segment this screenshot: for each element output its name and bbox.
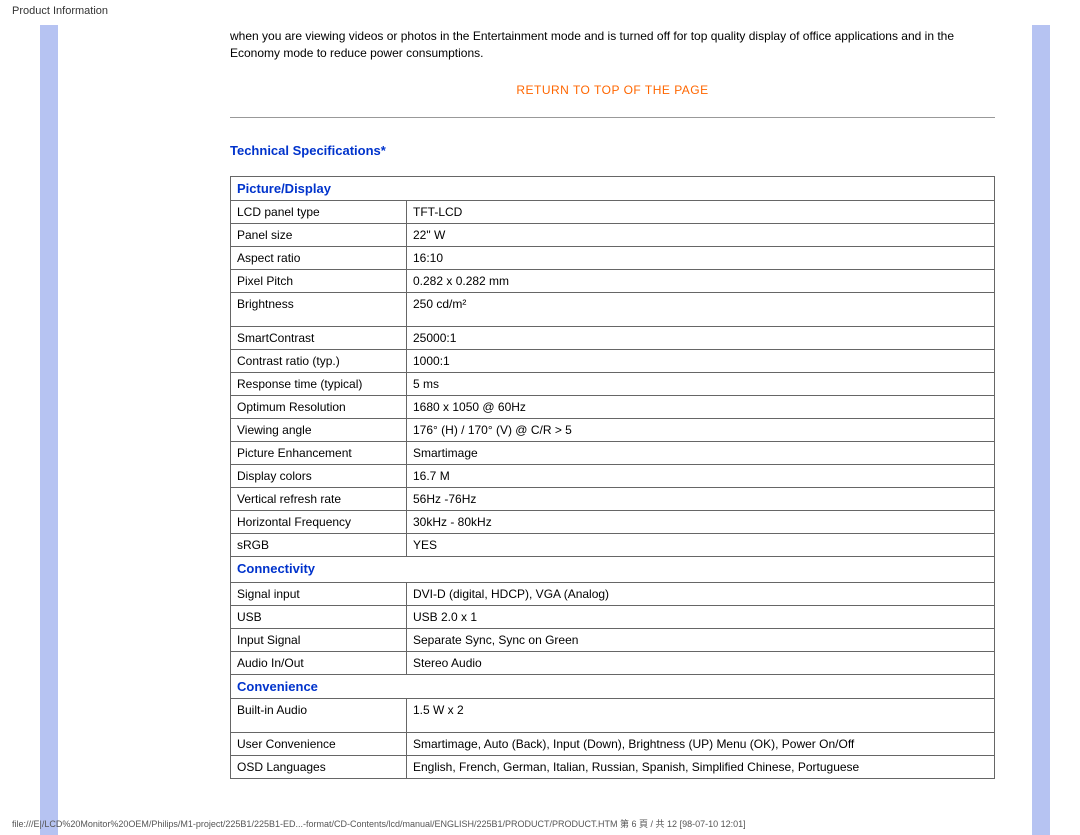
- footer-file-path: file:///E|/LCD%20Monitor%20OEM/Philips/M…: [12, 817, 746, 830]
- table-row: OSD LanguagesEnglish, French, German, It…: [231, 755, 995, 778]
- spec-label: Aspect ratio: [231, 246, 407, 269]
- spec-label: OSD Languages: [231, 755, 407, 778]
- spec-value: 176° (H) / 170° (V) @ C/R > 5: [407, 418, 995, 441]
- spec-label: Panel size: [231, 223, 407, 246]
- spec-label: Response time (typical): [231, 372, 407, 395]
- intro-paragraph: when you are viewing videos or photos in…: [230, 28, 995, 63]
- page-header-title: Product Information: [12, 5, 108, 17]
- spec-label: Display colors: [231, 464, 407, 487]
- table-row: Input SignalSeparate Sync, Sync on Green: [231, 628, 995, 651]
- table-row: Convenience: [231, 674, 995, 698]
- spec-label: Picture Enhancement: [231, 441, 407, 464]
- spec-label: Optimum Resolution: [231, 395, 407, 418]
- table-row: Vertical refresh rate56Hz -76Hz: [231, 487, 995, 510]
- spec-value: 16:10: [407, 246, 995, 269]
- spec-value: Smartimage: [407, 441, 995, 464]
- spec-value: 1680 x 1050 @ 60Hz: [407, 395, 995, 418]
- spec-value: YES: [407, 533, 995, 556]
- spec-label: Vertical refresh rate: [231, 487, 407, 510]
- table-row: Built-in Audio1.5 W x 2: [231, 698, 995, 732]
- spec-value: 250 cd/m²: [407, 292, 995, 326]
- spec-table: Picture/Display LCD panel typeTFT-LCD Pa…: [230, 176, 995, 779]
- spec-label: Contrast ratio (typ.): [231, 349, 407, 372]
- table-row: Response time (typical)5 ms: [231, 372, 995, 395]
- spec-value: 0.282 x 0.282 mm: [407, 269, 995, 292]
- spec-label: Viewing angle: [231, 418, 407, 441]
- section-header-convenience: Convenience: [231, 674, 995, 698]
- spec-label: Signal input: [231, 582, 407, 605]
- section-title: Technical Specifications*: [230, 143, 995, 158]
- spec-value: USB 2.0 x 1: [407, 605, 995, 628]
- spec-label: Built-in Audio: [231, 698, 407, 732]
- spec-value: 30kHz - 80kHz: [407, 510, 995, 533]
- spec-value: DVI-D (digital, HDCP), VGA (Analog): [407, 582, 995, 605]
- spec-value: 16.7 M: [407, 464, 995, 487]
- section-divider: [230, 117, 995, 118]
- table-row: Contrast ratio (typ.)1000:1: [231, 349, 995, 372]
- table-row: Panel size22" W: [231, 223, 995, 246]
- table-row: Picture EnhancementSmartimage: [231, 441, 995, 464]
- table-row: SmartContrast25000:1: [231, 326, 995, 349]
- decorative-stripe-left: [40, 25, 58, 835]
- return-top-link[interactable]: RETURN TO TOP OF THE PAGE: [516, 83, 708, 97]
- section-header-connectivity: Connectivity: [231, 556, 995, 582]
- spec-label: Audio In/Out: [231, 651, 407, 674]
- spec-value: TFT-LCD: [407, 200, 995, 223]
- table-row: Viewing angle176° (H) / 170° (V) @ C/R >…: [231, 418, 995, 441]
- spec-value: Stereo Audio: [407, 651, 995, 674]
- spec-value: 1.5 W x 2: [407, 698, 995, 732]
- spec-value: Separate Sync, Sync on Green: [407, 628, 995, 651]
- main-content: when you are viewing videos or photos in…: [230, 28, 995, 779]
- table-row: Audio In/OutStereo Audio: [231, 651, 995, 674]
- table-row: Display colors16.7 M: [231, 464, 995, 487]
- spec-value: English, French, German, Italian, Russia…: [407, 755, 995, 778]
- spec-label: User Convenience: [231, 732, 407, 755]
- section-header-picture-display: Picture/Display: [231, 176, 995, 200]
- spec-label: Brightness: [231, 292, 407, 326]
- spec-value: Smartimage, Auto (Back), Input (Down), B…: [407, 732, 995, 755]
- spec-value: 5 ms: [407, 372, 995, 395]
- table-row: Aspect ratio16:10: [231, 246, 995, 269]
- spec-label: USB: [231, 605, 407, 628]
- table-row: Signal inputDVI-D (digital, HDCP), VGA (…: [231, 582, 995, 605]
- table-row: User ConvenienceSmartimage, Auto (Back),…: [231, 732, 995, 755]
- table-row: Pixel Pitch0.282 x 0.282 mm: [231, 269, 995, 292]
- spec-label: LCD panel type: [231, 200, 407, 223]
- table-row: Picture/Display: [231, 176, 995, 200]
- spec-value: 1000:1: [407, 349, 995, 372]
- spec-label: Horizontal Frequency: [231, 510, 407, 533]
- table-row: Optimum Resolution1680 x 1050 @ 60Hz: [231, 395, 995, 418]
- spec-label: Pixel Pitch: [231, 269, 407, 292]
- table-row: USBUSB 2.0 x 1: [231, 605, 995, 628]
- spec-value: 56Hz -76Hz: [407, 487, 995, 510]
- decorative-stripe-right: [1032, 25, 1050, 835]
- spec-label: SmartContrast: [231, 326, 407, 349]
- spec-label: Input Signal: [231, 628, 407, 651]
- table-row: Brightness250 cd/m²: [231, 292, 995, 326]
- table-row: Horizontal Frequency30kHz - 80kHz: [231, 510, 995, 533]
- spec-value: 22" W: [407, 223, 995, 246]
- spec-label: sRGB: [231, 533, 407, 556]
- return-top-container: RETURN TO TOP OF THE PAGE: [230, 83, 995, 97]
- table-row: Connectivity: [231, 556, 995, 582]
- table-row: sRGBYES: [231, 533, 995, 556]
- spec-value: 25000:1: [407, 326, 995, 349]
- table-row: LCD panel typeTFT-LCD: [231, 200, 995, 223]
